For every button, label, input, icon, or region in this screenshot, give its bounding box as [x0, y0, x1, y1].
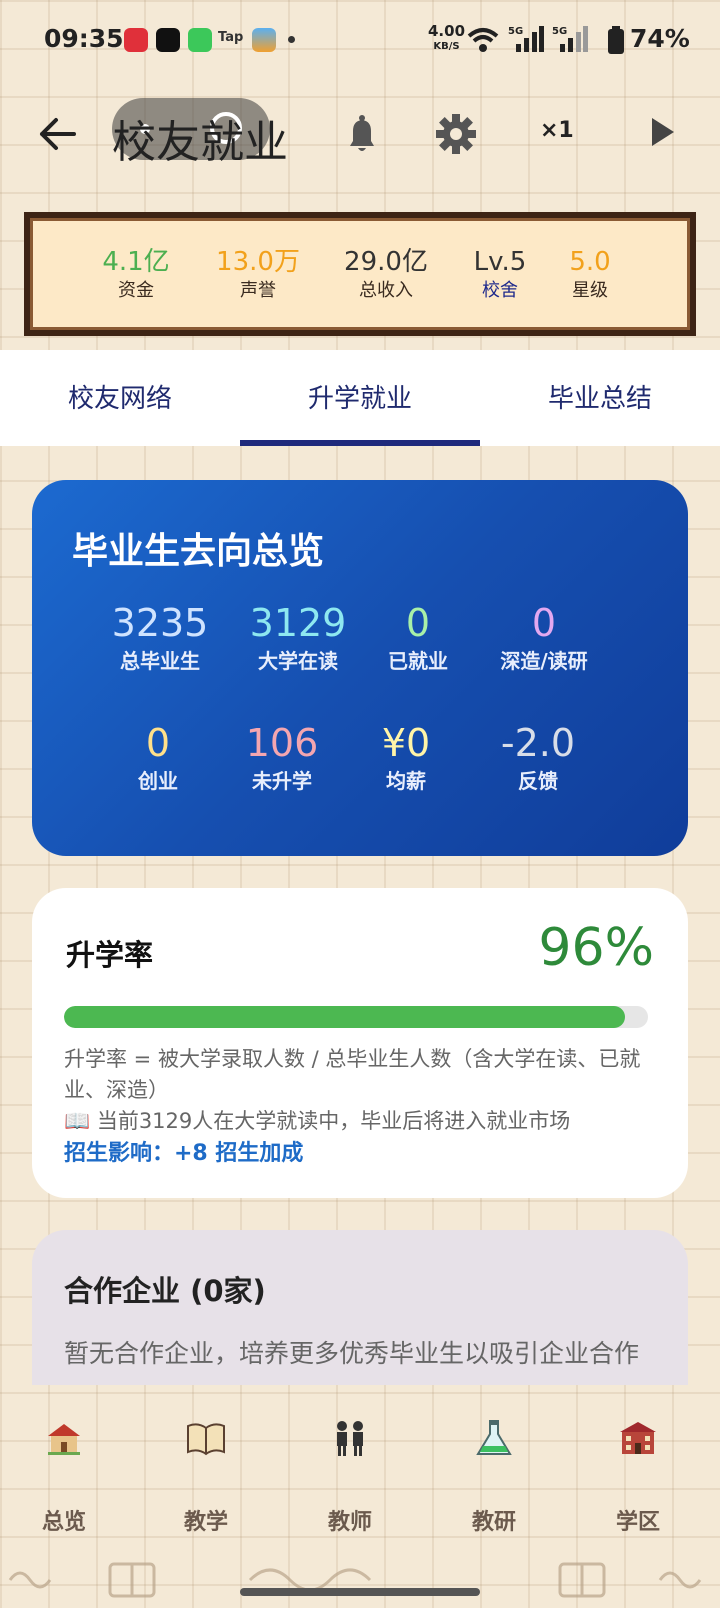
- school-building-icon: [620, 1422, 656, 1454]
- tab-bar: 校友网络 升学就业 毕业总结: [0, 350, 720, 446]
- tab-alumni-network[interactable]: 校友网络: [0, 378, 240, 415]
- stat-label: 声誉: [240, 280, 276, 301]
- active-tab-indicator: [240, 440, 480, 446]
- stat-value: 4.1亿: [102, 247, 170, 277]
- overview-label: 未升学: [252, 769, 312, 793]
- stat-reputation: 13.0万 声誉: [198, 246, 318, 304]
- messages-icon: [188, 28, 212, 52]
- nav-label: 教研: [471, 1510, 516, 1535]
- overview-label: 大学在读: [258, 649, 338, 673]
- enrollment-rate-value: 96%: [538, 918, 654, 978]
- stat-label: 总收入: [359, 280, 413, 301]
- header: 校友就业 ×1: [0, 90, 720, 180]
- stats-board: 4.1亿 资金 13.0万 声誉 29.0亿 总收入 Lv.5 校舍 5.0 星…: [24, 212, 696, 336]
- overview-value: 0: [145, 721, 171, 765]
- home-indicator[interactable]: [240, 1588, 480, 1596]
- nav-label: 教学: [183, 1510, 228, 1535]
- nav-item-teachers[interactable]: 教师: [290, 1416, 410, 1536]
- overview-item-feedback: -2.0 反馈: [468, 720, 608, 796]
- gear-icon[interactable]: [434, 112, 478, 156]
- overview-item-avg-salary: ¥0 均薪: [336, 720, 476, 796]
- svg-text:5G: 5G: [552, 26, 567, 37]
- overview-item-graduate-study: 0 深造/读研: [474, 600, 614, 676]
- overview-item-employed: 0 已就业: [348, 600, 488, 676]
- stat-total-income: 29.0亿 总收入: [326, 246, 446, 304]
- tiktok-icon: [156, 28, 180, 52]
- enrollment-formula-text: 升学率 = 被大学录取人数 / 总毕业生人数（含大学在读、已就业、深造）: [64, 1047, 641, 1102]
- flask-icon: [476, 1420, 512, 1455]
- bell-icon[interactable]: [340, 112, 384, 156]
- overview-item-not-enrolled: 106 未升学: [212, 720, 352, 796]
- partner-companies-card: 合作企业 (0家) 暂无合作企业，培养更多优秀毕业生以吸引企业合作: [32, 1230, 688, 1385]
- nav-label: 教师: [327, 1510, 372, 1535]
- stat-value: 5.0: [569, 247, 611, 277]
- stat-value: Lv.5: [473, 247, 527, 277]
- page-title: 校友就业: [112, 117, 288, 168]
- nav-item-teaching[interactable]: 教学: [146, 1416, 266, 1536]
- overview-item-in-university: 3129 大学在读: [228, 600, 368, 676]
- graduate-overview-card: 毕业生去向总览 3235 总毕业生 3129 大学在读 0 已就业 0 深造/读…: [32, 480, 688, 856]
- wifi-icon: [467, 28, 499, 52]
- more-dot-icon: [288, 36, 295, 43]
- play-icon[interactable]: [652, 118, 674, 146]
- enrollment-current-text: 📖 当前3129人在大学就读中，毕业后将进入就业市场: [64, 1109, 571, 1133]
- back-arrow-icon[interactable]: [36, 112, 80, 156]
- nav-item-school-district[interactable]: 学区: [578, 1416, 698, 1536]
- speed-button[interactable]: ×1: [540, 118, 574, 143]
- status-bar: 09:35 Tap 4.00 KB/S 5G 5G 74%: [0, 0, 720, 84]
- decorative-border: [8, 1562, 702, 1598]
- enrollment-progress-bar: [64, 1006, 648, 1028]
- overview-value: 3235: [111, 601, 209, 645]
- overview-label: 深造/读研: [500, 649, 588, 673]
- stat-value: 13.0万: [216, 247, 300, 277]
- overview-value: 0: [531, 601, 557, 645]
- tap-icon: Tap: [218, 30, 244, 45]
- nav-item-overview[interactable]: 总览: [4, 1416, 124, 1536]
- enrollment-impact-text: 招生影响：+8 招生加成: [64, 1141, 304, 1166]
- overview-label: 均薪: [386, 769, 426, 793]
- overview-value: 3129: [249, 601, 347, 645]
- overview-label: 反馈: [518, 769, 558, 793]
- overview-item-total-graduates: 3235 总毕业生: [90, 600, 230, 676]
- battery-level: 74%: [630, 24, 690, 53]
- nav-label: 总览: [41, 1510, 86, 1535]
- teachers-icon: [337, 1421, 363, 1456]
- tab-further-study-employment[interactable]: 升学就业: [240, 378, 480, 415]
- enrollment-rate-card: 升学率 96% 升学率 = 被大学录取人数 / 总毕业生人数（含大学在读、已就业…: [32, 888, 688, 1198]
- stat-star-rating: 5.0 星级: [550, 246, 630, 304]
- stat-label: 校舍: [482, 280, 518, 301]
- partners-empty-text: 暂无合作企业，培养更多优秀毕业生以吸引企业合作: [64, 1339, 640, 1368]
- clock: 09:35: [44, 24, 124, 53]
- overview-value: ¥0: [381, 721, 431, 765]
- overview-label: 创业: [138, 769, 178, 793]
- app-notification-icon: [124, 28, 148, 52]
- overview-value: 0: [405, 601, 431, 645]
- overview-label: 总毕业生: [120, 649, 200, 673]
- stat-building-level: Lv.5 校舍: [450, 246, 550, 304]
- enrollment-rate-title: 升学率: [66, 938, 154, 972]
- stat-label: 星级: [572, 280, 608, 301]
- bottom-nav: 总览 教学 教师 教研 学区: [0, 1400, 720, 1550]
- stat-value: 29.0亿: [344, 247, 428, 277]
- nav-item-research[interactable]: 教研: [434, 1416, 554, 1536]
- stat-funds: 4.1亿 资金: [86, 246, 186, 304]
- stat-label: 资金: [118, 280, 154, 301]
- overview-title: 毕业生去向总览: [72, 531, 325, 572]
- overview-label: 已就业: [388, 649, 448, 673]
- svg-text:5G: 5G: [508, 26, 523, 37]
- wallet-icon: [252, 28, 276, 52]
- partners-title: 合作企业 (0家): [64, 1274, 266, 1308]
- signal-5g-icon-2: 5G: [552, 26, 588, 52]
- enrollment-progress-fill: [64, 1006, 625, 1028]
- overview-item-entrepreneurship: 0 创业: [88, 720, 228, 796]
- school-house-icon: [48, 1424, 80, 1455]
- tab-graduation-summary[interactable]: 毕业总结: [480, 378, 720, 415]
- net-speed: 4.00 KB/S: [428, 22, 466, 53]
- overview-value: 106: [245, 721, 319, 765]
- open-book-icon: [187, 1423, 225, 1456]
- battery-icon: [608, 26, 624, 54]
- signal-5g-icon: 5G: [508, 26, 544, 52]
- nav-label: 学区: [615, 1510, 660, 1535]
- overview-value: -2.0: [500, 721, 576, 765]
